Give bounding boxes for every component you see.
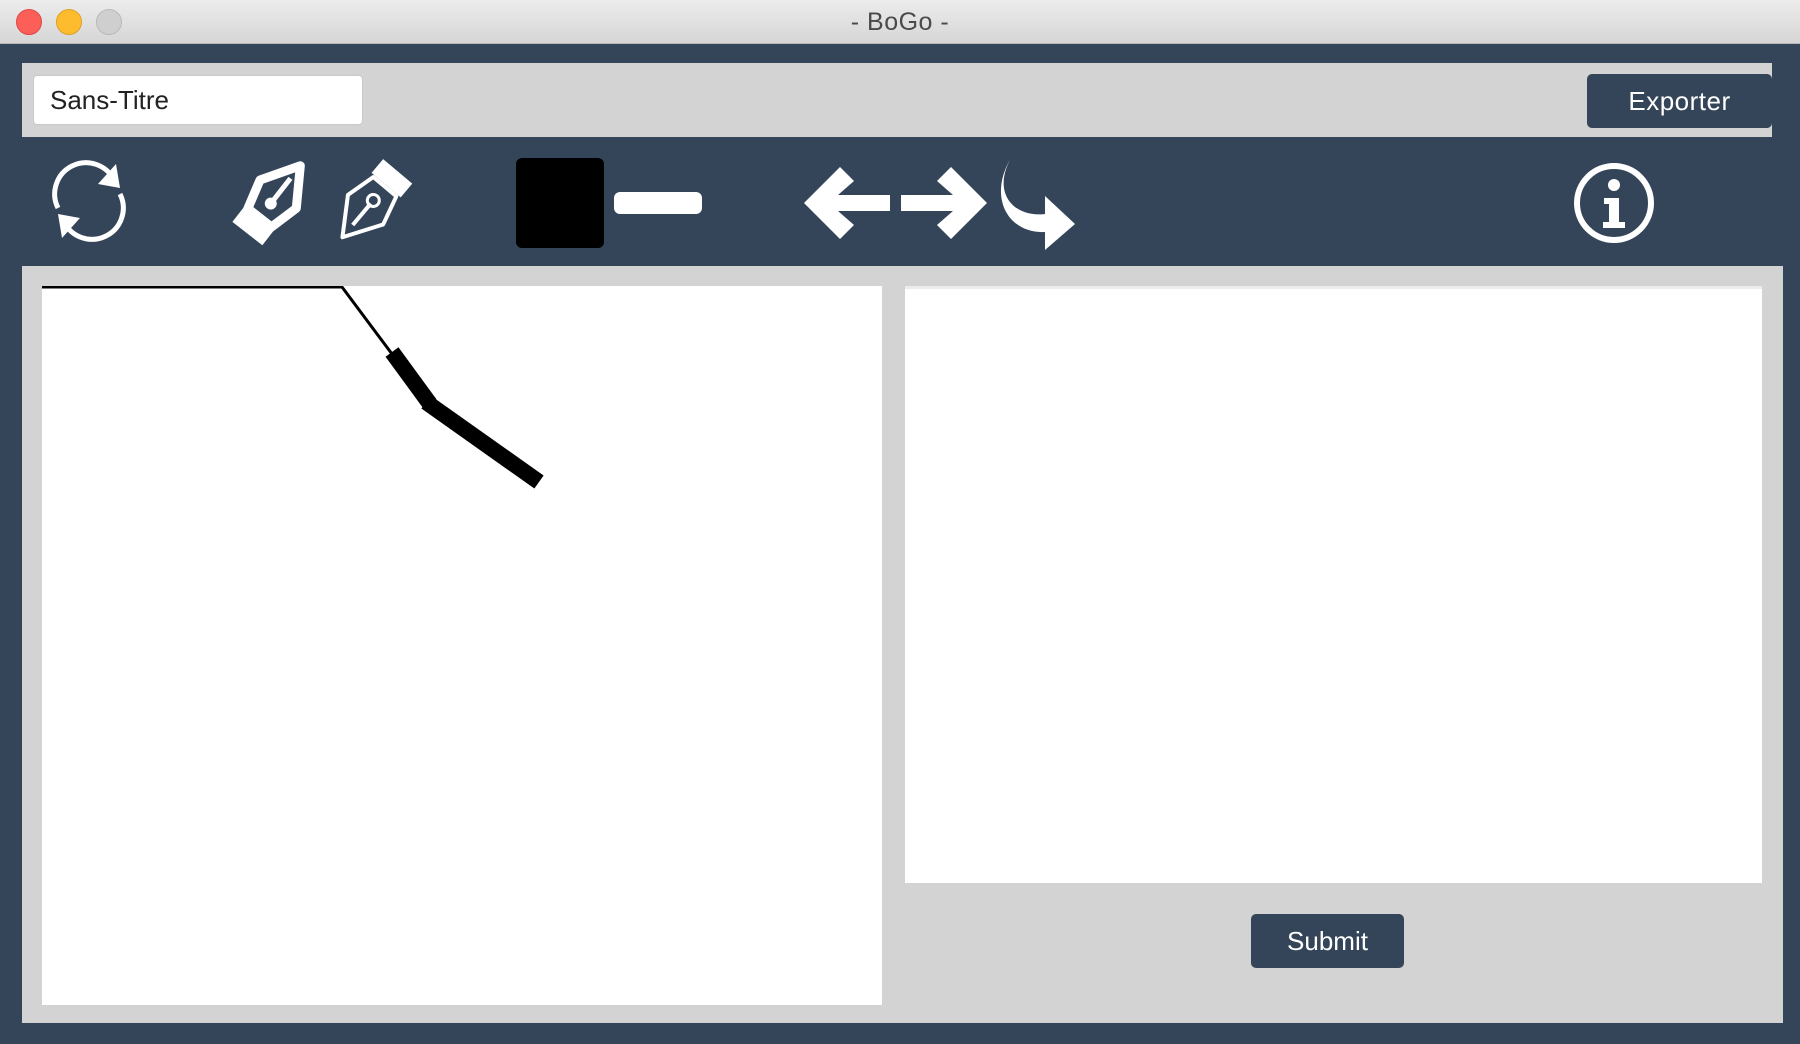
output-area <box>905 286 1762 883</box>
color-swatch[interactable] <box>516 158 604 248</box>
arrow-left-icon[interactable] <box>800 161 892 245</box>
content-panel: Submit <box>22 266 1783 1023</box>
refresh-icon[interactable] <box>44 156 134 246</box>
drawn-strokes <box>42 285 544 489</box>
document-title-input[interactable] <box>33 75 363 125</box>
stroke-size-icon[interactable] <box>614 192 702 214</box>
pen-nib-icon[interactable] <box>227 152 317 252</box>
drawing-canvas[interactable] <box>42 285 882 1005</box>
top-bar: Exporter <box>22 63 1772 137</box>
toolbar <box>22 140 1772 262</box>
export-button[interactable]: Exporter <box>1587 74 1772 128</box>
pen-nib-outline-icon[interactable] <box>327 152 417 252</box>
redo-icon[interactable] <box>995 154 1079 250</box>
submit-button[interactable]: Submit <box>1251 914 1404 968</box>
info-icon[interactable] <box>1571 160 1657 246</box>
app-window: - BoGo - Exporter <box>0 0 1800 1044</box>
arrow-right-icon[interactable] <box>899 161 991 245</box>
title-bar: - BoGo - <box>0 0 1800 44</box>
window-title: - BoGo - <box>850 8 950 36</box>
